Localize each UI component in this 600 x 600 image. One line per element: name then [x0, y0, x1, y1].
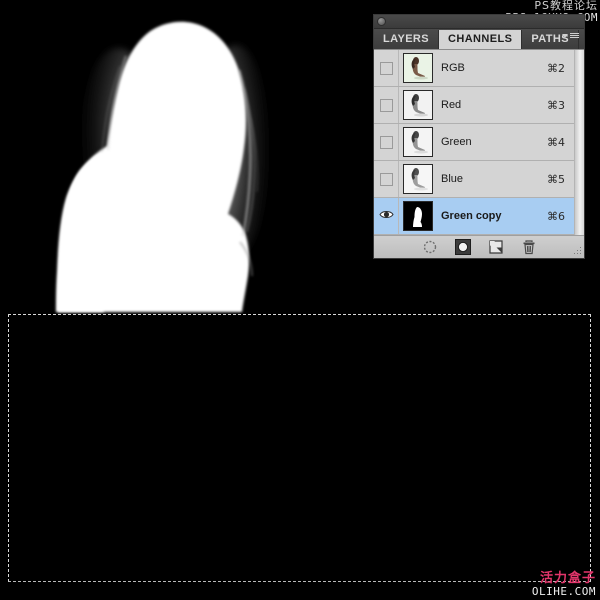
chevron-down-icon [562, 33, 568, 38]
channel-thumbnail-green-copy [399, 201, 437, 231]
panel-footer-toolbar[interactable] [374, 235, 584, 258]
eye-off-icon [379, 135, 393, 149]
panel-tab-strip[interactable]: LAYERS CHANNELS PATHS [374, 29, 584, 50]
visibility-toggle-rgb[interactable] [374, 50, 399, 86]
new-channel-icon[interactable] [488, 239, 504, 255]
channel-thumbnail-red [399, 90, 437, 120]
channel-thumbnail-green [399, 127, 437, 157]
channel-row-red[interactable]: Red ⌘3 [374, 87, 584, 124]
eye-off-icon [379, 61, 393, 75]
channel-row-green-copy[interactable]: Green copy ⌘6 [374, 198, 584, 235]
channel-row-rgb[interactable]: RGB ⌘2 [374, 50, 584, 87]
panel-menu-icon[interactable] [562, 33, 579, 38]
channel-list-scrollbar[interactable] [574, 50, 584, 235]
channel-list[interactable]: RGB ⌘2 Red ⌘3 Green ⌘4 Blue ⌘5 Green cop… [374, 50, 584, 235]
channel-name-green: Green [441, 136, 472, 148]
eye-off-icon [379, 172, 393, 186]
marching-ants-selection [8, 314, 591, 582]
watermark-bottom-cn: 活力盒子 [539, 570, 596, 586]
eye-icon [378, 209, 394, 223]
watermark-top-cn: PS教程论坛 [534, 0, 598, 12]
resize-grip-icon[interactable] [572, 247, 581, 256]
channels-panel[interactable]: LAYERS CHANNELS PATHS RGB ⌘2 Red ⌘3 Gree… [373, 14, 585, 259]
visibility-toggle-green-copy[interactable] [374, 198, 399, 234]
channel-row-green[interactable]: Green ⌘4 [374, 124, 584, 161]
hamburger-icon [570, 33, 579, 38]
tab-layers[interactable]: LAYERS [374, 30, 440, 49]
channel-thumbnail-blue [399, 164, 437, 194]
circle-dock-icon[interactable] [377, 17, 386, 26]
delete-channel-icon[interactable] [521, 239, 537, 255]
tab-channels[interactable]: CHANNELS [439, 30, 523, 49]
channel-row-blue[interactable]: Blue ⌘5 [374, 161, 584, 198]
eye-off-icon [379, 98, 393, 112]
visibility-toggle-blue[interactable] [374, 161, 399, 197]
channel-name-rgb: RGB [441, 62, 465, 74]
channel-mask-silhouette [0, 0, 330, 330]
watermark-bottom-en: OLIHE.COM [531, 584, 596, 598]
visibility-toggle-red[interactable] [374, 87, 399, 123]
watermark-bottom: 活力盒子 OLIHE.COM [531, 570, 596, 598]
channel-name-green-copy: Green copy [441, 210, 502, 222]
channel-name-blue: Blue [441, 173, 464, 185]
load-channel-as-selection-icon[interactable] [422, 239, 438, 255]
save-selection-as-channel-icon[interactable] [454, 239, 471, 255]
channel-thumbnail-rgb [399, 53, 437, 83]
panel-titlebar[interactable] [374, 15, 584, 29]
visibility-toggle-green[interactable] [374, 124, 399, 160]
channel-name-red: Red [441, 99, 462, 111]
